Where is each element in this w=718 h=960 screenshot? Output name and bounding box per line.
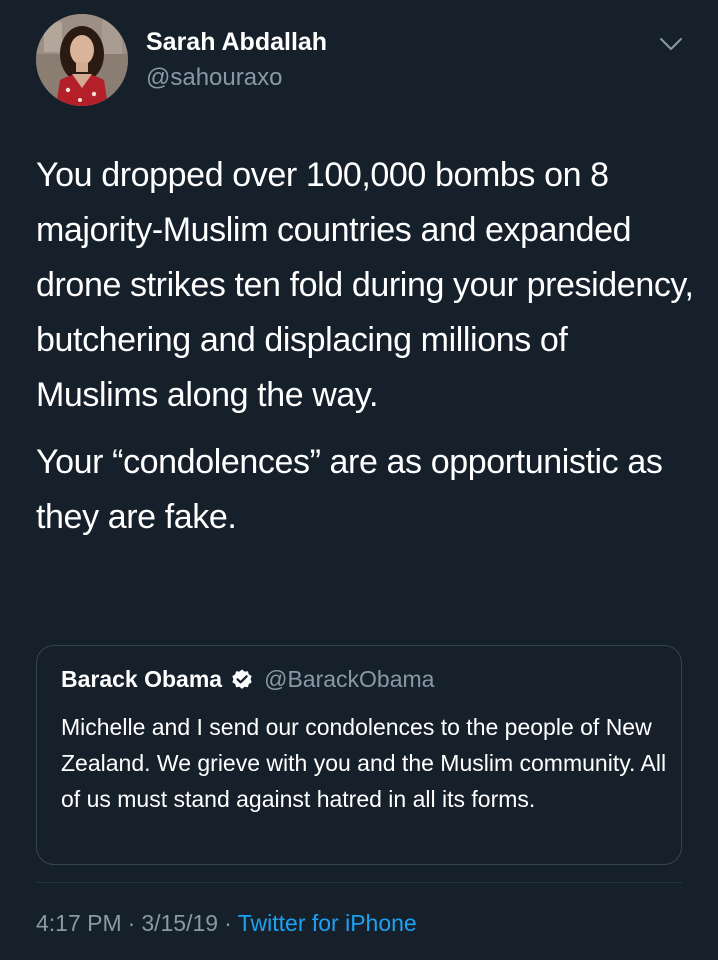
verified-badge-icon	[230, 668, 254, 692]
author-handle[interactable]: @sahouraxo	[146, 64, 282, 92]
quoted-author-name: Barack Obama	[61, 666, 223, 692]
avatar[interactable]	[36, 14, 128, 106]
tweet-text: You dropped over 100,000 bombs on 8 majo…	[36, 148, 696, 545]
tweet-meta: 4:17 PM · 3/15/19 · Twitter for iPhone	[36, 910, 417, 937]
quoted-tweet-text: Michelle and I send our condolences to t…	[61, 714, 667, 812]
meta-separator: ·	[224, 910, 232, 936]
tweet-source-link[interactable]: Twitter for iPhone	[238, 910, 417, 936]
tweet-paragraph: Your “condolences” are as opportunistic …	[36, 443, 663, 536]
chevron-down-icon[interactable]	[658, 34, 684, 54]
quoted-tweet-header: Barack Obama @BarackObama	[61, 666, 434, 693]
tweet-date[interactable]: 3/15/19	[141, 910, 218, 936]
tweet-time[interactable]: 4:17 PM	[36, 910, 122, 936]
quoted-author-handle: @BarackObama	[264, 666, 435, 692]
author-name[interactable]: Sarah Abdallah	[146, 28, 327, 57]
tweet-header: Sarah Abdallah @sahouraxo	[36, 14, 696, 106]
tweet-card: Sarah Abdallah @sahouraxo You dropped ov…	[0, 0, 718, 960]
avatar-photo	[36, 14, 128, 106]
quoted-tweet[interactable]: Barack Obama @BarackObama Michelle and I…	[36, 645, 682, 865]
divider	[36, 882, 682, 883]
meta-separator: ·	[127, 910, 136, 936]
tweet-paragraph: You dropped over 100,000 bombs on 8 majo…	[36, 156, 694, 414]
